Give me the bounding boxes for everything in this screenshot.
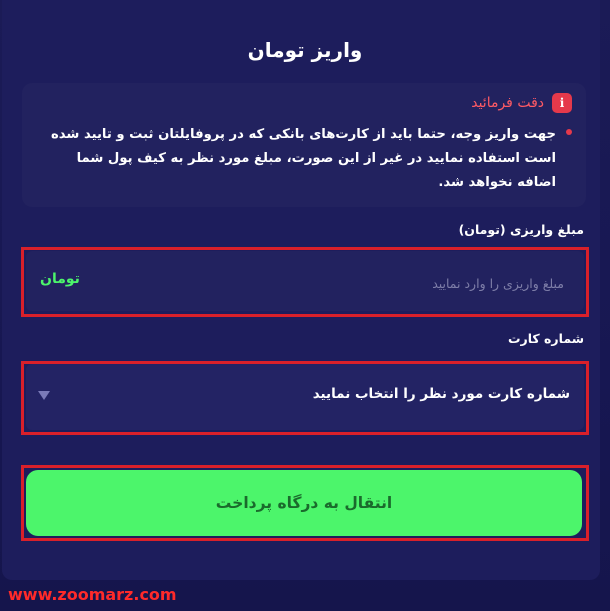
- button-highlight-frame: [21, 465, 589, 541]
- notice-text: جهت واریز وجه، حتما باید از کارت‌های بان…: [50, 127, 556, 190]
- amount-label: مبلغ واریزی (تومان): [458, 222, 584, 237]
- notice-header: i دقت فرمائید: [471, 93, 572, 113]
- card-label: شماره کارت: [507, 331, 584, 346]
- card-highlight-frame: [21, 361, 589, 435]
- page-title: واریز تومان: [247, 38, 363, 62]
- amount-highlight-frame: [21, 247, 589, 317]
- notice-title: دقت فرمائید: [471, 95, 544, 111]
- info-icon: i: [552, 93, 572, 113]
- watermark-url: www.zoomarz.com: [8, 585, 177, 604]
- bullet-icon: [566, 129, 572, 135]
- notice-box: i دقت فرمائید جهت واریز وجه، حتما باید ا…: [22, 83, 586, 207]
